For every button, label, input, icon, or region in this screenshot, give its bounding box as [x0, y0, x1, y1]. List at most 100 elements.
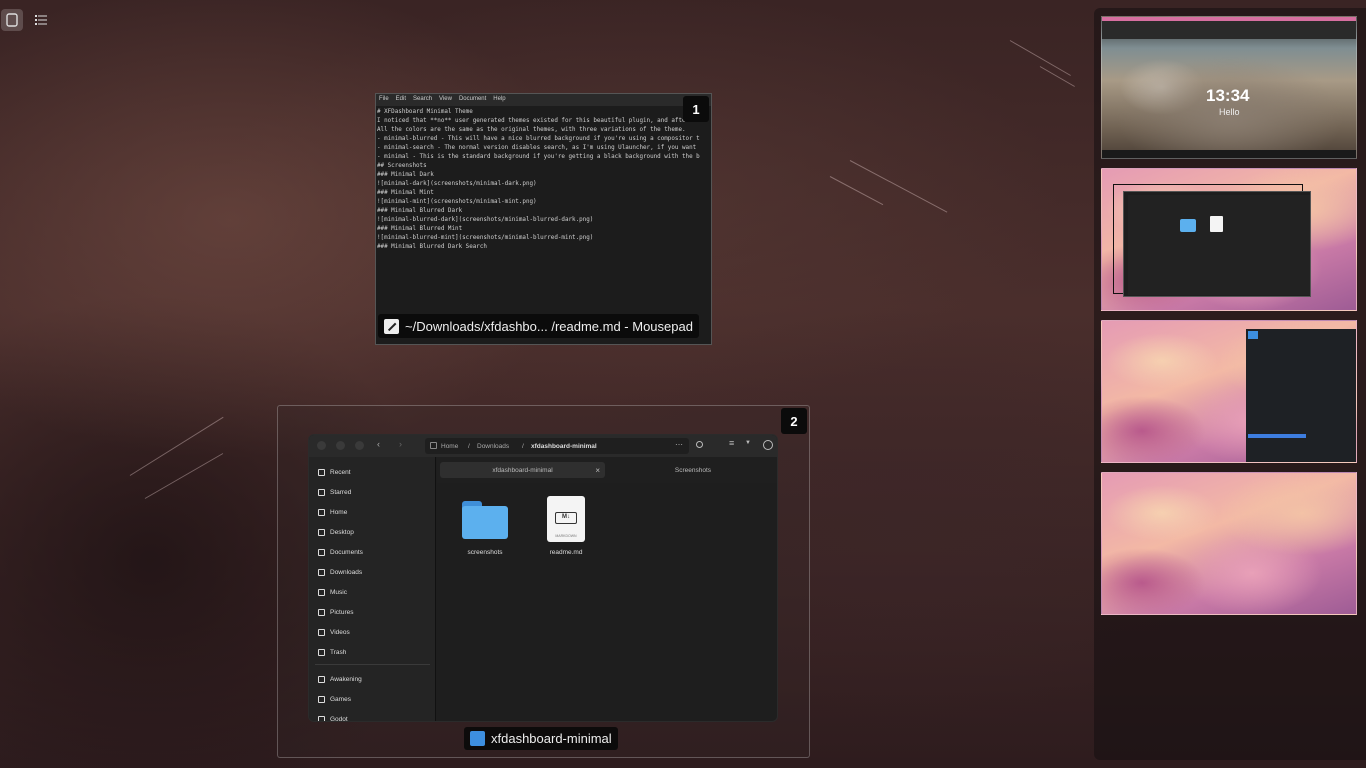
clock-icon: [318, 468, 325, 476]
menu-file[interactable]: File: [379, 96, 389, 104]
file-icon: [1210, 216, 1223, 232]
window-preview-files[interactable]: ‹ › Home / Downloads / xfdashboard-minim…: [308, 434, 778, 722]
sidebar-item-recent[interactable]: Recent: [318, 466, 351, 478]
documents-icon: [318, 548, 325, 556]
sidebar-item-games[interactable]: Games: [318, 693, 351, 705]
star-icon: [318, 488, 325, 496]
minimize-icon[interactable]: [355, 441, 364, 450]
editor-line: ### Minimal Blurred Dark Search: [377, 244, 487, 250]
workspace-4[interactable]: [1101, 472, 1357, 615]
window-title: xfdashboard-minimal: [491, 731, 612, 746]
tab-screenshots[interactable]: Screenshots: [609, 462, 777, 478]
home-icon: [430, 442, 437, 449]
sidebar-item-starred[interactable]: Starred: [318, 486, 351, 498]
sidebar-item-videos[interactable]: Videos: [318, 626, 350, 638]
editor-line: I noticed that **no** user generated the…: [377, 118, 700, 124]
sidebar-item-label: Music: [330, 588, 347, 596]
sidebar-item-trash[interactable]: Trash: [318, 646, 346, 658]
sidebar-item-label: Desktop: [330, 528, 354, 536]
workspace-3[interactable]: [1101, 320, 1357, 463]
view-list-icon[interactable]: ≡: [729, 438, 734, 448]
menu-edit[interactable]: Edit: [396, 96, 406, 104]
markdown-file-icon[interactable]: M↓ MARKDOWN: [547, 496, 585, 542]
folder-icon: [318, 675, 325, 683]
back-icon[interactable]: ‹: [377, 439, 380, 449]
sidebar-item-label: Downloads: [330, 568, 363, 576]
breadcrumb: Home / Downloads / xfdashboard-minimal ⋯: [425, 438, 689, 454]
sidebar-item-label: Documents: [330, 548, 363, 556]
menu-bar: File Edit Search View Document Help: [376, 94, 711, 106]
breadcrumb-home[interactable]: Home: [441, 440, 458, 452]
tab-bar: xfdashboard-minimal × Screenshots: [437, 457, 777, 483]
sidebar-item-downloads[interactable]: Downloads: [318, 566, 362, 578]
file-label: readme.md: [549, 549, 583, 556]
sidebar-item-label: Trash: [330, 648, 347, 656]
editor-line: ![minimal-blurred-mint](screenshots/mini…: [377, 235, 594, 241]
editor-line: - minimal - This is the standard backgro…: [377, 154, 700, 160]
folder-icon: [1180, 219, 1196, 232]
sidebar-item-godot[interactable]: Godot: [318, 713, 348, 722]
breadcrumb-sep: /: [468, 442, 470, 450]
menu-document[interactable]: Document: [459, 96, 486, 104]
menu-search[interactable]: Search: [413, 96, 432, 104]
close-icon[interactable]: [317, 441, 326, 450]
light-streak: [144, 453, 224, 499]
window-preview-mousepad[interactable]: File Edit Search View Document Help # XF…: [375, 93, 712, 345]
sidebar-item-label: Games: [330, 695, 351, 703]
light-streak: [829, 176, 884, 206]
tab-xfdashboard-minimal[interactable]: xfdashboard-minimal ×: [440, 462, 605, 478]
folder-icon[interactable]: [462, 501, 508, 539]
workspace-1[interactable]: 13:34 Hello: [1101, 16, 1357, 159]
mini-window: [1246, 329, 1356, 462]
windows-view-button[interactable]: [1, 9, 23, 31]
window-title-label: ~/Downloads/xfdashbo... /readme.md - Mou…: [378, 314, 699, 338]
menu-view[interactable]: View: [439, 96, 452, 104]
editor-line: ![minimal-mint](screenshots/minimal-mint…: [377, 199, 537, 205]
tab-label: Screenshots: [674, 466, 712, 474]
workspace-2[interactable]: [1101, 168, 1357, 311]
tab-label: xfdashboard-minimal: [492, 466, 553, 474]
folder-icon: [318, 715, 325, 721]
sidebar-item-home[interactable]: Home: [318, 506, 347, 518]
header-bar: ‹ › Home / Downloads / xfdashboard-minim…: [309, 435, 777, 457]
breadcrumb-downloads[interactable]: Downloads: [477, 440, 509, 452]
sidebar-item-awakening[interactable]: Awakening: [318, 673, 362, 685]
window-title: ~/Downloads/xfdashbo... /readme.md - Mou…: [405, 318, 693, 334]
sidebar-separator: [315, 664, 430, 665]
menu-icon[interactable]: [763, 440, 773, 450]
apps-view-button[interactable]: [30, 9, 52, 31]
sidebar-item-label: Godot: [330, 715, 348, 722]
editor-line: ![minimal-dark](screenshots/minimal-dark…: [377, 181, 537, 187]
sidebar-item-label: Home: [330, 508, 348, 516]
close-tab-icon[interactable]: ×: [595, 466, 600, 475]
menu-help[interactable]: Help: [493, 96, 505, 104]
editor-line: ![minimal-blurred-dark](screenshots/mini…: [377, 217, 594, 223]
light-streak: [1009, 40, 1071, 76]
window-title-label: xfdashboard-minimal: [464, 727, 618, 750]
videos-icon: [318, 628, 325, 636]
editor-text: # XFDashboard Minimal Theme I noticed tha…: [376, 106, 711, 254]
editor-line: - minimal-blurred - This will have a nic…: [377, 136, 700, 142]
forward-icon[interactable]: ›: [399, 439, 402, 449]
breadcrumb-current[interactable]: xfdashboard-minimal: [531, 440, 597, 452]
more-icon[interactable]: ⋯: [675, 440, 683, 449]
trash-icon: [318, 648, 325, 656]
sidebar-item-label: Recent: [330, 468, 351, 476]
sidebar-item-music[interactable]: Music: [318, 586, 347, 598]
file-type-badge: MARKDOWN: [555, 534, 577, 538]
downloads-icon: [318, 568, 325, 576]
chevron-down-icon[interactable]: ▼: [745, 440, 751, 446]
maximize-icon[interactable]: [336, 441, 345, 450]
editor-line: ### Minimal Dark: [377, 172, 434, 178]
sidebar-item-documents[interactable]: Documents: [318, 546, 363, 558]
search-icon[interactable]: [696, 441, 703, 448]
sidebar-item-label: Videos: [330, 628, 350, 636]
sidebar-item-pictures[interactable]: Pictures: [318, 606, 353, 618]
home-icon: [318, 508, 325, 516]
desktop-icon: [318, 528, 325, 536]
list-icon: [35, 15, 47, 25]
lock-clock: 13:34: [1206, 86, 1250, 105]
editor-line: ### Minimal Blurred Mint: [377, 226, 463, 232]
window-icon: [6, 13, 18, 27]
sidebar-item-desktop[interactable]: Desktop: [318, 526, 354, 538]
